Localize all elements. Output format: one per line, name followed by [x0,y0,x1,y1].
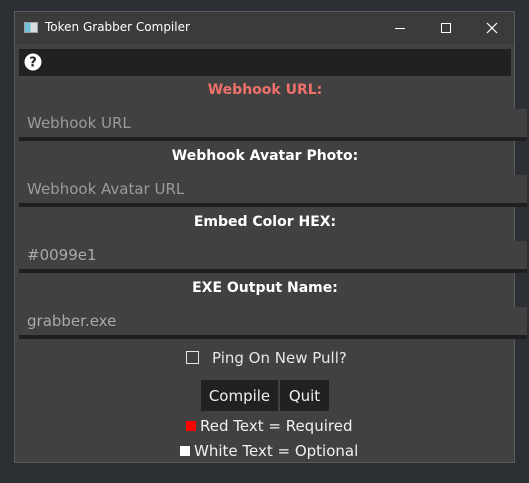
embed-color-label: Embed Color HEX: [193,214,337,230]
compile-button[interactable]: Compile [201,380,278,411]
minimize-button[interactable] [377,12,423,44]
help-bar: ? [19,49,511,76]
help-glyph: ? [29,56,37,71]
title-bar[interactable]: Token Grabber Compiler [15,12,514,44]
maximize-button[interactable] [423,12,469,44]
close-button[interactable] [469,12,515,44]
window-title: Token Grabber Compiler [45,20,190,34]
webhook-avatar-label: Webhook Avatar Photo: [171,148,359,164]
white-swatch [180,446,190,456]
red-swatch [186,421,196,431]
exe-output-input[interactable] [19,307,527,339]
maximize-icon [441,23,451,33]
exe-output-label: EXE Output Name: [192,280,338,296]
minimize-icon [395,28,405,29]
legend-optional-text: White Text = Optional [194,442,359,460]
webhook-url-label: Webhook URL: [207,82,323,98]
ping-checkbox[interactable] [186,351,199,364]
app-window-icon [24,22,38,33]
help-icon[interactable]: ? [24,53,42,71]
close-icon [486,22,498,34]
legend-required-text: Red Text = Required [200,417,353,435]
quit-button[interactable]: Quit [280,380,329,411]
webhook-url-input[interactable] [19,109,527,141]
embed-color-input[interactable] [19,241,527,273]
webhook-avatar-input[interactable] [19,175,527,207]
ping-label: Ping On New Pull? [212,349,347,367]
app-window: Token Grabber Compiler ? Webhook URL: We… [14,11,527,463]
